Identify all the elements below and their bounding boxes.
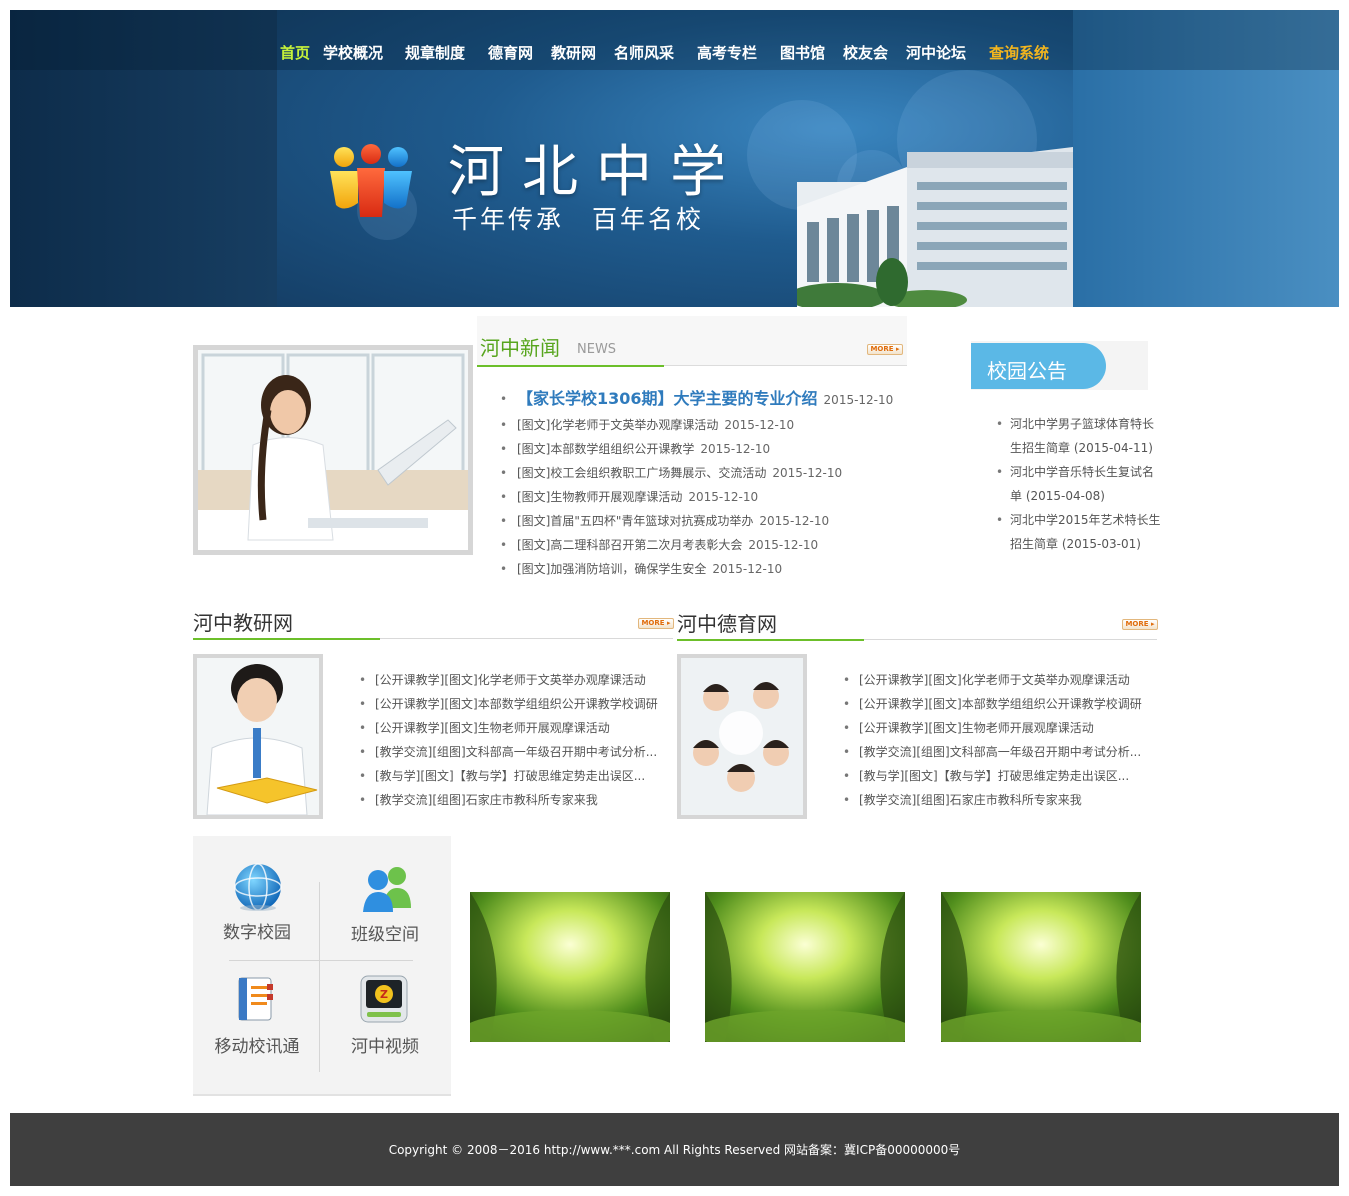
quick-link-label: 河中视频 — [351, 1037, 419, 1057]
list-item[interactable]: [教与学][图文]【教与学】打破思维定势走出误区... — [359, 764, 659, 788]
quick-link-label: 数字校园 — [223, 923, 291, 943]
list-item[interactable]: [教与学][图文]【教与学】打破思维定势走出误区... — [843, 764, 1143, 788]
nav-forum[interactable]: 河中论坛 — [906, 42, 966, 63]
deyu-header: 河中德育网 MORE ▸ — [677, 606, 1158, 641]
jiaoyan-header: 河中教研网 MORE ▸ — [193, 605, 674, 640]
jiaoyan-list: [公开课教学][图文]化学老师于文英举办观摩课活动 [公开课教学][图文]本部数… — [359, 668, 659, 812]
users-icon — [363, 867, 411, 912]
nav-gaokao[interactable]: 高考专栏 — [697, 42, 757, 63]
list-item[interactable]: [图文]校工会组织教职工广场舞展示、交流活动2015-12-10 — [500, 461, 920, 485]
list-item[interactable]: [教学交流][组图]文科部高一年级召开期中考试分析... — [843, 740, 1143, 764]
list-item[interactable]: [公开课教学][图文]生物老师开展观摩课活动 — [359, 716, 659, 740]
nav-query-system[interactable]: 查询系统 — [989, 42, 1049, 63]
school-logo-icon — [330, 144, 412, 217]
nav-teaching-research[interactable]: 教研网 — [551, 42, 596, 63]
quick-link-label: 移动校讯通 — [214, 1037, 300, 1057]
nav-home[interactable]: 首页 — [280, 42, 310, 63]
jiaoyan-more-button[interactable]: MORE ▸ — [638, 618, 674, 629]
deyu-list: [公开课教学][图文]化学老师于文英举办观摩课活动 [公开课教学][图文]本部数… — [843, 668, 1143, 812]
news-list: 【家长学校1306期】大学主要的专业介绍 2015-12-10 [图文]化学老师于… — [500, 385, 920, 581]
jiaoyan-photo-student-book — [193, 654, 323, 819]
nav-moral-education[interactable]: 德育网 — [488, 42, 533, 63]
notice-item[interactable]: 河北中学音乐特长生复试名单 (2015-04-08) — [996, 460, 1164, 508]
gallery-image-forest[interactable] — [470, 892, 670, 1042]
list-item[interactable]: [公开课教学][图文]本部数学组组织公开课教学校调研 — [359, 692, 659, 716]
notice-header: 校园公告 — [971, 341, 1148, 390]
video-player-icon: Z — [360, 975, 408, 1023]
news-featured-title[interactable]: 【家长学校1306期】大学主要的专业介绍 — [517, 389, 818, 408]
gallery-image-forest[interactable] — [941, 892, 1141, 1042]
svg-text:Z: Z — [380, 988, 388, 1001]
deyu-header-underline — [677, 639, 864, 641]
quick-links-panel: 数字校园 班级空间 移动校讯通 Z 河中视频 — [193, 836, 451, 1096]
nav-library[interactable]: 图书馆 — [780, 42, 825, 63]
quick-link-label: 班级空间 — [351, 925, 419, 945]
nav-school-overview[interactable]: 学校概况 — [323, 42, 383, 63]
list-item[interactable]: [教学交流][组图]文科部高一年级召开期中考试分析... — [359, 740, 659, 764]
nav-alumni[interactable]: 校友会 — [843, 42, 888, 63]
list-item[interactable]: [图文]高二理科部召开第二次月考表彰大会2015-12-10 — [500, 533, 920, 557]
notice-title: 校园公告 — [987, 359, 1067, 383]
main-nav: 首页 学校概况 规章制度 德育网 教研网 名师风采 高考专栏 图书馆 校友会 河… — [10, 10, 1339, 70]
list-item[interactable]: [公开课教学][图文]本部数学组组织公开课教学校调研 — [843, 692, 1143, 716]
notice-list: 河北中学男子篮球体育特长生招生简章 (2015-04-11) 河北中学音乐特长生… — [996, 412, 1164, 556]
jiaoyan-header-underline — [193, 638, 380, 640]
list-item[interactable]: [图文]加强消防培训，确保学生安全2015-12-10 — [500, 557, 920, 581]
notebook-icon — [238, 977, 273, 1021]
jiaoyan-title: 河中教研网 — [193, 611, 293, 635]
divider — [229, 960, 413, 961]
deyu-more-button[interactable]: MORE ▸ — [1122, 619, 1158, 630]
news-title-en: NEWS — [577, 342, 617, 357]
news-title: 河中新闻 — [480, 336, 560, 360]
quick-link-digital-campus[interactable]: 数字校园 — [193, 856, 321, 956]
list-item[interactable]: [公开课教学][图文]生物老师开展观摩课活动 — [843, 716, 1143, 740]
list-item[interactable]: [图文]生物教师开展观摩课活动2015-12-10 — [500, 485, 920, 509]
quick-link-mobile-messenger[interactable]: 移动校讯通 — [193, 972, 321, 1072]
news-photo-student-laptop — [193, 345, 473, 555]
notice-item[interactable]: 河北中学2015年艺术特长生招生简章 (2015-03-01) — [996, 508, 1164, 556]
nav-famous-teachers[interactable]: 名师风采 — [614, 42, 674, 63]
deyu-photo-students-circle — [677, 654, 807, 819]
list-item[interactable]: [教学交流][组图]石家庄市教科所专家来我 — [843, 788, 1143, 812]
quick-link-video[interactable]: Z 河中视频 — [321, 972, 449, 1072]
news-featured-item[interactable]: 【家长学校1306期】大学主要的专业介绍 2015-12-10 — [500, 385, 920, 413]
list-item[interactable]: [公开课教学][图文]化学老师于文英举办观摩课活动 — [843, 668, 1143, 692]
news-header: 河中新闻 NEWS MORE ▸ — [477, 316, 907, 367]
notice-item[interactable]: 河北中学男子篮球体育特长生招生简章 (2015-04-11) — [996, 412, 1164, 460]
deyu-title: 河中德育网 — [677, 612, 777, 636]
news-date: 2015-12-10 — [823, 393, 894, 407]
list-item[interactable]: [公开课教学][图文]化学老师于文英举办观摩课活动 — [359, 668, 659, 692]
gallery-image-forest[interactable] — [705, 892, 905, 1042]
school-slogan: 千年传承 百年名校 — [452, 205, 705, 234]
footer-copyright: Copyright © 2008－2016 http://www.***.com… — [388, 1143, 961, 1157]
news-header-underline — [477, 365, 664, 367]
nav-rules[interactable]: 规章制度 — [405, 42, 465, 63]
notice-pill: 校园公告 — [971, 343, 1106, 389]
footer: Copyright © 2008－2016 http://www.***.com… — [10, 1113, 1339, 1186]
globe-icon — [234, 863, 282, 911]
list-item[interactable]: [图文]首届"五四杯"青年篮球对抗赛成功举办2015-12-10 — [500, 509, 920, 533]
school-building-image — [797, 147, 1073, 307]
header-banner: 首页 学校概况 规章制度 德育网 教研网 名师风采 高考专栏 图书馆 校友会 河… — [10, 10, 1339, 307]
quick-link-class-space[interactable]: 班级空间 — [321, 856, 449, 956]
news-more-button[interactable]: MORE ▸ — [867, 344, 903, 355]
school-title: 河北中学 — [448, 140, 744, 205]
list-item[interactable]: [图文]化学老师于文英举办观摩课活动2015-12-10 — [500, 413, 920, 437]
list-item[interactable]: [图文]本部数学组组织公开课教学2015-12-10 — [500, 437, 920, 461]
list-item[interactable]: [教学交流][组图]石家庄市教科所专家来我 — [359, 788, 659, 812]
